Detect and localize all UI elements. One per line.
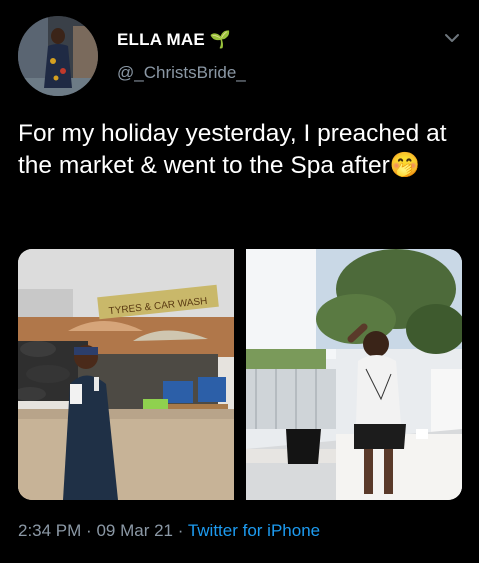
chevron-down-icon[interactable]: [440, 28, 464, 48]
tweet-source-link[interactable]: Twitter for iPhone: [188, 521, 320, 540]
username[interactable]: @_ChristsBride_: [117, 63, 246, 83]
tweet-text: For my holiday yesterday, I preached at …: [18, 120, 447, 179]
display-name[interactable]: ELLA MAE 🌱: [117, 30, 231, 50]
tweet-meta: 2:34 PM · 09 Mar 21 · Twitter for iPhone: [18, 521, 320, 541]
tweet-photo-market[interactable]: TYRES & CAR WASH: [18, 249, 234, 500]
tweet-date: 09 Mar 21: [96, 521, 173, 540]
tweet-photo-spa[interactable]: [246, 249, 462, 500]
meta-separator: ·: [86, 521, 92, 540]
avatar-image: [18, 16, 98, 96]
tweet-time: 2:34 PM: [18, 521, 82, 540]
meta-separator: ·: [177, 521, 184, 540]
avatar[interactable]: [18, 16, 98, 96]
